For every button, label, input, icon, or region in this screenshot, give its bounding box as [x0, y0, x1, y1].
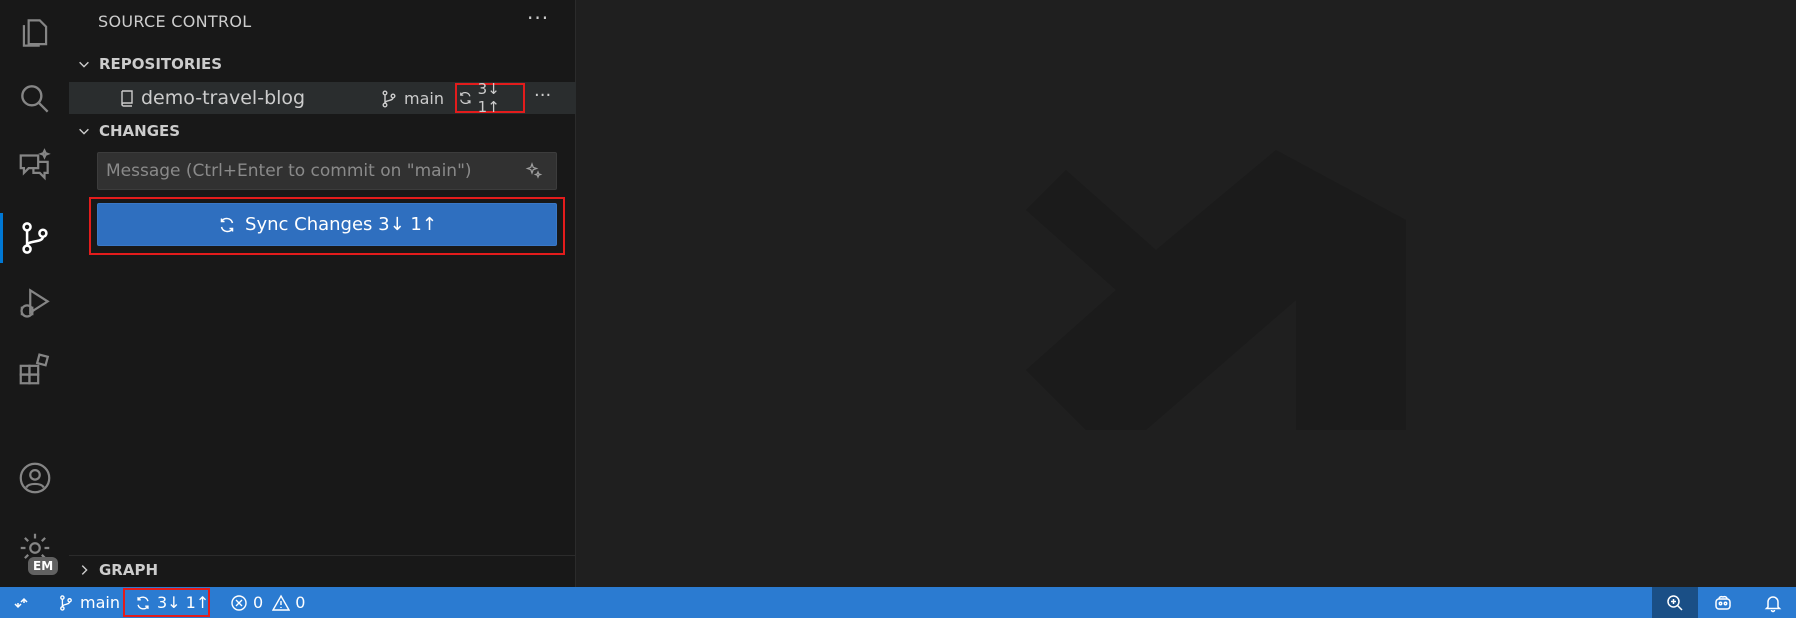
status-error-count: 0 — [253, 593, 264, 612]
chevron-down-icon — [79, 128, 89, 135]
copilot-icon — [1715, 595, 1731, 610]
source-control-button[interactable] — [0, 205, 69, 271]
extensions-icon — [19, 353, 49, 385]
graph-section-header[interactable]: GRAPH — [69, 556, 576, 584]
editor-area — [576, 0, 1796, 587]
repositories-label: REPOSITORIES — [99, 55, 223, 73]
repo-more-button[interactable]: ··· — [534, 85, 551, 106]
chevron-right-icon — [81, 565, 88, 575]
status-warning-count: 0 — [295, 593, 306, 612]
sync-icon — [137, 595, 149, 610]
repositories-section-header[interactable]: REPOSITORIES — [69, 50, 576, 78]
chevron-down-icon — [79, 61, 89, 68]
status-sync[interactable]: 3↓ 1↑ — [134, 587, 209, 618]
run-debug-button[interactable] — [0, 270, 69, 336]
search-icon — [20, 85, 49, 113]
copilot-button[interactable] — [1700, 587, 1746, 618]
changes-label: CHANGES — [99, 122, 181, 140]
sidebar-title: SOURCE CONTROL — [98, 12, 252, 31]
source-control-sidebar: SOURCE CONTROL ··· REPOSITORIES demo-tra… — [69, 0, 576, 587]
chat-icon — [19, 148, 51, 181]
source-control-icon — [21, 222, 48, 254]
notifications-button[interactable] — [1750, 587, 1796, 618]
sync-changes-button[interactable]: Sync Changes 3↓ 1↑ — [97, 203, 557, 246]
remote-indicator[interactable] — [0, 587, 42, 618]
remote-icon — [14, 597, 28, 608]
chat-button[interactable] — [0, 132, 69, 198]
account-badge: EM — [28, 557, 59, 575]
status-branch[interactable]: main — [57, 587, 120, 618]
explorer-icon — [22, 19, 47, 47]
run-debug-icon — [19, 288, 50, 318]
zoom-button[interactable] — [1652, 587, 1698, 618]
changes-section-header[interactable]: CHANGES — [69, 117, 576, 145]
status-bar: main 3↓ 1↑ 0 0 — [0, 587, 1796, 618]
account-icon — [19, 462, 50, 494]
error-icon — [231, 594, 247, 611]
bell-icon — [1764, 595, 1782, 612]
sync-icon — [460, 91, 471, 105]
repo-sync-button[interactable]: 3↓ 1↑ — [455, 80, 525, 116]
explorer-button[interactable] — [0, 0, 69, 66]
activity-bar: EM — [0, 0, 69, 587]
status-problems[interactable]: 0 0 — [230, 587, 305, 618]
graph-label: GRAPH — [99, 561, 159, 579]
extensions-button[interactable] — [0, 336, 69, 402]
repository-row[interactable]: demo-travel-blog main 3↓ 1↑ ··· — [69, 80, 576, 116]
account-button[interactable] — [0, 445, 69, 511]
sync-changes-label: Sync Changes 3↓ 1↑ — [245, 214, 437, 235]
sidebar-more-button[interactable]: ··· — [527, 6, 549, 30]
status-branch-name: main — [80, 593, 120, 612]
warning-icon — [272, 594, 291, 611]
branch-name[interactable]: main — [404, 89, 444, 108]
vscode-logo-watermark — [1026, 150, 1406, 430]
zoom-in-icon — [1667, 594, 1683, 611]
sparkle-icon[interactable] — [525, 162, 543, 180]
sync-icon — [220, 217, 234, 232]
repo-name: demo-travel-blog — [141, 87, 306, 109]
commit-message-input[interactable] — [97, 152, 557, 190]
repo-icon — [121, 90, 133, 107]
search-button[interactable] — [0, 66, 69, 132]
repo-sync-count: 3↓ 1↑ — [477, 80, 500, 116]
status-sync-count: 3↓ 1↑ — [157, 593, 210, 612]
branch-icon — [382, 90, 396, 108]
branch-icon — [60, 594, 72, 611]
